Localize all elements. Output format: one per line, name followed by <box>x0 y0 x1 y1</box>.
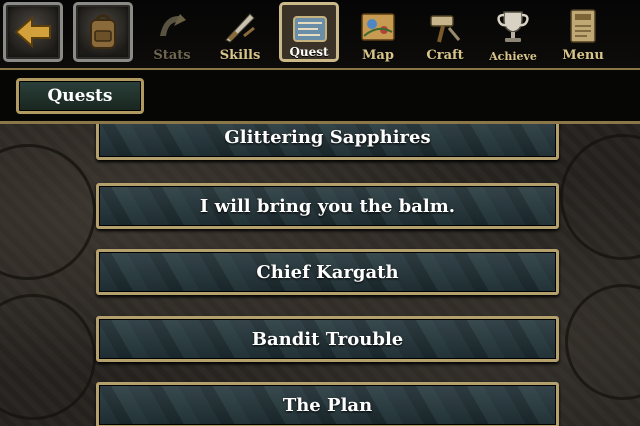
tab-menu[interactable]: Menu <box>552 2 614 66</box>
stats-icon <box>160 14 186 36</box>
tab-quest-label: Quest <box>289 45 329 59</box>
quest-title: Glittering Sapphires <box>224 127 431 148</box>
map-icon <box>361 13 395 41</box>
quests-title-badge: Quests <box>16 78 144 114</box>
tab-craft-label: Craft <box>426 48 464 63</box>
skills-icon <box>225 13 255 43</box>
tab-skills[interactable]: Skills <box>209 2 271 66</box>
menu-book-icon <box>570 9 596 43</box>
quest-item[interactable]: Bandit Trouble <box>96 316 559 362</box>
page-title: Quests <box>47 86 113 106</box>
quest-title: The Plan <box>282 395 373 416</box>
quest-title: I will bring you the balm. <box>199 196 456 217</box>
tab-skills-label: Skills <box>219 48 261 63</box>
quest-title: Bandit Trouble <box>251 329 404 350</box>
quest-item[interactable]: I will bring you the balm. <box>96 183 559 229</box>
tab-achieve[interactable]: Achieve <box>482 2 544 66</box>
quest-item[interactable]: Chief Kargath <box>96 249 559 295</box>
tab-map-label: Map <box>362 48 394 63</box>
quest-item[interactable]: The Plan <box>96 382 559 426</box>
quest-item[interactable]: Glittering Sapphires <box>96 124 559 160</box>
tab-craft[interactable]: Craft <box>414 2 476 66</box>
tab-quest[interactable]: Quest <box>279 2 339 62</box>
quest-list-panel[interactable]: Glittering Sapphires I will bring you th… <box>0 124 640 426</box>
top-toolbar: Stats Skills Quest Map Craft Achieve Men… <box>0 0 640 68</box>
celtic-knot-decoration <box>0 294 96 420</box>
back-button[interactable] <box>3 2 63 62</box>
inventory-button[interactable] <box>73 2 133 62</box>
trophy-icon <box>497 11 529 42</box>
celtic-knot-decoration <box>0 144 96 280</box>
tab-menu-label: Menu <box>562 48 604 63</box>
tab-map[interactable]: Map <box>347 2 409 66</box>
celtic-knot-decoration <box>560 134 640 260</box>
tab-achieve-label: Achieve <box>489 50 537 63</box>
back-arrow-icon <box>14 15 51 49</box>
quest-title: Chief Kargath <box>256 262 399 283</box>
section-header: Quests <box>0 68 640 124</box>
backpack-icon <box>90 14 116 49</box>
celtic-knot-decoration <box>565 284 640 400</box>
tab-stats[interactable]: Stats <box>141 2 203 66</box>
tab-stats-label: Stats <box>153 48 191 63</box>
craft-icon <box>430 15 461 43</box>
